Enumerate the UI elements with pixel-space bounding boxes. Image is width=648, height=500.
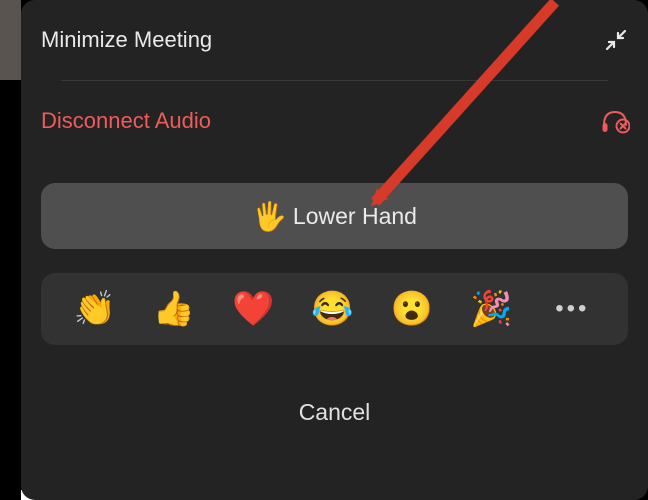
minimize-meeting-label: Minimize Meeting	[41, 27, 212, 53]
meeting-options-panel: Minimize Meeting Disconnect Audio	[21, 0, 648, 500]
cancel-section: Cancel	[21, 377, 648, 447]
reaction-thumbs-up[interactable]: 👍	[153, 292, 195, 326]
reaction-clap[interactable]: 👏	[73, 292, 115, 326]
reaction-tada[interactable]: 🎉	[470, 292, 512, 326]
headphones-cancel-icon	[600, 108, 628, 134]
cancel-button[interactable]: Cancel	[299, 399, 371, 426]
menu-section: Minimize Meeting Disconnect Audio	[21, 0, 648, 161]
disconnect-audio-label: Disconnect Audio	[41, 108, 211, 134]
lower-hand-label: Lower Hand	[293, 203, 417, 230]
reaction-laugh[interactable]: 😂	[311, 292, 353, 326]
reaction-wow[interactable]: 😮	[391, 292, 433, 326]
raised-hand-icon: 🖐	[252, 200, 287, 233]
disconnect-audio-item[interactable]: Disconnect Audio	[41, 81, 628, 161]
lower-hand-button[interactable]: 🖐 Lower Hand	[41, 183, 628, 249]
reactions-more-button[interactable]: •••	[549, 295, 595, 323]
minimize-meeting-item[interactable]: Minimize Meeting	[41, 0, 628, 80]
minimize-icon	[604, 28, 628, 52]
left-edge-decoration	[0, 0, 21, 80]
reaction-heart[interactable]: ❤️	[232, 292, 274, 326]
screenshot-frame: Minimize Meeting Disconnect Audio	[0, 0, 648, 500]
reactions-bar: 👏 👍 ❤️ 😂 😮 🎉 •••	[41, 273, 628, 345]
